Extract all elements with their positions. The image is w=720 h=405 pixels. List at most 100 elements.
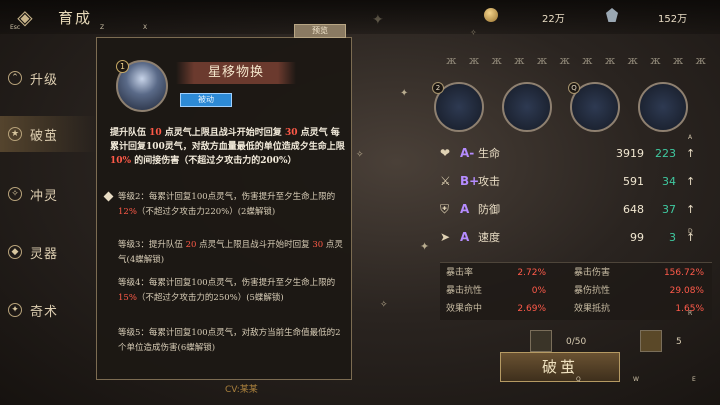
skill-slot-3[interactable]: Q [568,82,620,132]
artifact-icon: ◆ [8,245,22,259]
cv-credit: CV:某某 [225,385,258,395]
stat-label: 暴击率 [446,268,474,278]
r-key-hint: R [688,310,693,317]
butterfly-icon: ж [672,54,684,67]
secondary-stats: 暴击率 2.72% 暴击伤害 156.72% 暴击抗性 0% 暴伤抗性 29.0… [440,262,712,320]
desc-value: 30 [284,128,298,138]
skill-slot-4[interactable] [638,82,688,132]
shield-icon: ⛨ [440,201,450,216]
desc-value: 10 [149,128,162,138]
w-key-hint: W [633,376,639,383]
stat-name: 速度 [478,231,500,244]
stat-label: 效果命中 [446,304,483,314]
nav-item-breach[interactable]: ★ 破茧 [0,116,96,152]
level-text: 等级2：每累计回复100点灵气，伤害提升至夕生命上限的 [118,192,336,202]
stat-name: 防御 [478,203,500,216]
stat-value: 2.72% [517,268,546,278]
stat-grade: A- [460,146,475,160]
coin-amount: 22万 [542,14,565,25]
stat-value: 2.69% [517,304,546,314]
stat-bonus: 223 [655,146,676,160]
skill-slot-2[interactable] [502,82,552,132]
skill-name: 星移物换 [176,62,296,84]
stat-value: 156.72% [663,268,704,278]
stat-value: 0% [531,286,546,296]
desc-text: 的间接伤害（不超过夕攻击力的200%） [131,156,297,166]
stat-bonus: 34 [662,174,676,188]
coin-icon [484,8,498,22]
item-slot[interactable] [640,330,662,352]
stat-crit-rate: 暴击率 2.72% [446,265,546,281]
butterfly-icon: ж [559,54,570,67]
level-text: 等级3：提升队伍 [118,240,186,250]
esc-key-hint: Esc [10,24,21,31]
nav-label: 奇术 [30,304,59,320]
nav-item-ascend[interactable]: ✧ 冲灵 [0,176,96,212]
level-2-desc: 等级2：每累计回复100点灵气，伤害提升至夕生命上限的 12%（不超过夕攻击力2… [103,190,344,220]
d-key-hint: D [688,228,693,235]
material-slot[interactable] [530,330,552,352]
butterfly-icon: ж [604,54,616,67]
skill-slot-1[interactable]: 2 [432,82,484,132]
breach-button[interactable]: 破茧 [500,352,620,382]
butterfly-icon: ж [695,54,706,67]
slot-number: Q [568,82,580,94]
x-key-hint: X [143,24,148,31]
skill-description: 提升队伍 10 点灵气上限且战斗开始时回复 30 点灵气 每累计回复100灵气，… [110,126,346,168]
butterfly-icon: ж [650,54,661,67]
stat-grade: A [460,230,470,244]
butterfly-icon: ж [491,54,502,67]
page-title: 育成 [58,9,93,27]
nav-label: 破茧 [30,128,59,144]
butterfly-icon: ж [446,54,457,67]
stat-row-attack: ⚔ B+ 攻击 591 34 ↑ [440,170,712,192]
butterfly-row: жж жж жж жж жж жж [440,54,712,68]
arcana-icon: ✦ [8,303,22,317]
level-text: 等级5：每累计回复100点灵气，对敌方当前生命值最低的2个单位造成伤害(6蝶解锁… [118,328,341,353]
butterfly-icon: ж [468,54,480,67]
gem-icon [606,8,618,22]
level-4-desc: 等级4：每累计回复100点灵气，伤害提升至夕生命上限的 15%（不超过夕攻击力的… [118,276,344,306]
skill-type-tag: 被动 [180,93,232,107]
nav-item-artifact[interactable]: ◆ 灵器 [0,234,96,270]
stat-label: 暴伤抗性 [574,286,611,296]
stat-effect-hit: 效果命中 2.69% [446,301,546,317]
ascend-icon: ✧ [8,187,22,201]
speed-icon: ➤ [440,230,451,244]
desc-text: 提升队伍 [110,128,150,138]
stat-grade: B+ [460,174,480,188]
level-value: 30 [312,240,324,250]
heart-icon: ❤ [440,146,451,160]
stat-value: 648 [623,202,644,216]
stat-row-defense: ⛨ A 防御 648 37 ↑ [440,198,712,220]
stat-crit-damage: 暴击伤害 156.72% [574,265,704,281]
up-arrow-icon: ↑ [686,146,696,160]
stat-label: 效果抵抗 [574,304,611,314]
butterfly-icon: ж [582,54,593,67]
stat-bonus: 37 [662,202,676,216]
preview-tab[interactable]: 预览 [294,24,346,38]
material-count: 0/50 [566,337,587,347]
butterfly-icon: ж [514,54,525,67]
nav-item-arcana[interactable]: ✦ 奇术 [0,292,96,328]
level-text: （不超过夕攻击力220%）(2蝶解锁) [136,207,276,217]
item-count: 5 [676,337,682,347]
portrait-number: 1 [116,60,129,73]
nav-label: 冲灵 [30,188,59,204]
level-3-desc: 等级3：提升队伍 20 点灵气上限且战斗开始时回复 30 点灵气(4蝶解锁) [118,238,344,268]
level-text: 等级4：每累计回复100点灵气，伤害提升至夕生命上限的 [118,278,336,288]
desc-value: 10% [110,156,132,166]
butterfly-icon: ж [627,54,638,67]
a-key-hint: A [688,134,693,141]
z-key-hint: Z [100,24,105,31]
star-icon: ★ [8,127,22,141]
level-value: 20 [185,240,197,250]
upgrade-icon: ⌃ [8,71,22,85]
level-text: （不超过夕攻击力的250%）(5蝶解锁) [136,293,284,303]
gem-amount: 152万 [658,14,688,25]
up-arrow-icon: ↑ [686,202,696,216]
nav-item-upgrade[interactable]: ⌃ 升级 [0,60,96,96]
stat-value: 29.08% [669,286,704,296]
top-bar: ◈ 育成 Esc Z X 22万 152万 [0,0,720,34]
butterfly-icon: ж [536,54,548,67]
